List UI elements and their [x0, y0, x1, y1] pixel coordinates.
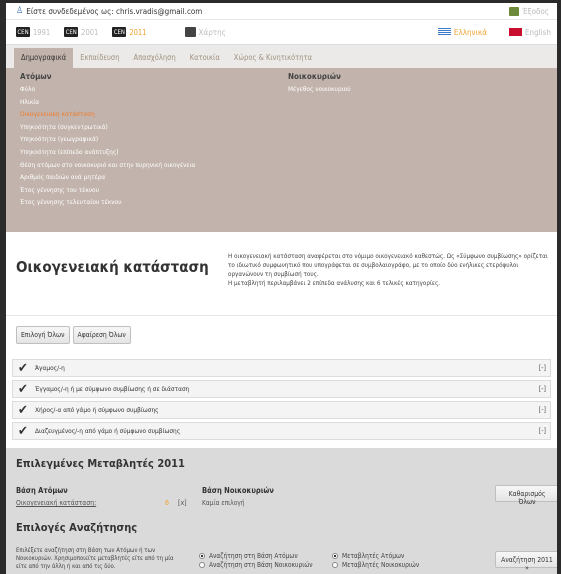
description-levels: Η μεταβλητή περιλαμβάνει 2 επίπεδα ανάλυ…: [228, 280, 441, 287]
top-bar: ♙ Είστε συνδεδεμένος ως: chris.vradis@gm…: [6, 3, 557, 20]
radio-base-households[interactable]: Αναζήτηση στη Βάση Νοικοκυριών: [199, 561, 313, 569]
category-label: Χήρος/-α από γάμο ή σύμφωνο συμβίωσης: [35, 406, 159, 414]
census-icon: CEN: [16, 27, 30, 37]
tab-demographics[interactable]: Δημογραφικά: [14, 48, 74, 68]
search-options-description: Επιλέξετε αναζήτηση στη Βάση των Ατόμων …: [16, 547, 174, 570]
households-header: Νοικοκυριών: [288, 72, 341, 81]
exit-link[interactable]: Έξοδος: [509, 6, 549, 16]
lang-english[interactable]: English: [509, 28, 551, 37]
variable-info: Οικογενειακή κατάσταση Η οικογενειακή κα…: [6, 232, 557, 316]
category-label: Έγγαμος/-η ή με σύμφωνο συμβίωσης ή σε δ…: [35, 385, 190, 393]
selected-person-variable[interactable]: Οικογενειακή κατάσταση:: [16, 499, 96, 507]
census-year-label: 2011: [129, 27, 147, 37]
category-item[interactable]: ✔ Έγγαμος/-η ή με σύμφωνο συμβίωσης ή σε …: [12, 380, 551, 398]
radio-base-persons[interactable]: Αναζήτηση στη Βάση Ατόμων: [199, 552, 298, 560]
remove-category-button[interactable]: [-]: [539, 406, 546, 414]
census-icon: CEN: [64, 27, 79, 37]
checkmark-icon[interactable]: ✔: [18, 425, 32, 438]
radio-dot: [332, 562, 338, 568]
selected-title: Επιλεγμένες Μεταβλητές 2011: [16, 457, 185, 470]
no-selection-text: Καμία επιλογή: [202, 499, 245, 507]
radio-label: Αναζήτηση στη Βάση Νοικοκυριών: [209, 561, 313, 569]
select-all-button[interactable]: Επιλογή Όλων: [16, 326, 70, 344]
category-label: Διαζευγμένος/-η από γάμο ή σύμφωνο συμβί…: [35, 427, 181, 435]
households-base-label: Βάση Νοικοκυριών: [202, 486, 274, 495]
selected-variable-name: Οικογενειακή κατάσταση: [16, 499, 95, 507]
variable-link[interactable]: Αριθμός παιδιών ανά μητέρα: [20, 171, 195, 184]
tab-employment[interactable]: Απασχόληση: [126, 48, 182, 68]
radio-label: Μεταβλητές Ατόμων: [342, 552, 405, 560]
households-variables: Νοικοκυριών Μέγεθος νοικοκυριού: [288, 72, 351, 96]
remove-variable-button[interactable]: [x]: [178, 499, 187, 507]
census-year-label: 2001: [81, 27, 99, 37]
uk-flag-icon: [509, 28, 522, 36]
remove-category-button[interactable]: [-]: [539, 385, 546, 393]
selected-variables-panel: Επιλεγμένες Μεταβλητές 2011 Βάση Ατόμων …: [6, 448, 557, 574]
language-switch: Ελληνικά English: [416, 28, 551, 37]
map-link[interactable]: Χάρτης: [184, 27, 226, 37]
tab-housing[interactable]: Κατοικία: [183, 48, 227, 68]
selection-buttons: Επιλογή Όλων Αφαίρεση Όλων: [6, 316, 557, 354]
search-options-title: Επιλογές Αναζήτησης: [16, 521, 138, 534]
description-text: Η οικογενειακή κατάσταση αναφέρεται στο …: [228, 253, 548, 278]
variable-link[interactable]: Ηλικία: [20, 96, 195, 109]
variable-link[interactable]: Έτος γέννησης τελευταίου τέκνου: [20, 196, 195, 209]
variable-link[interactable]: Μέγεθος νοικοκυριού: [288, 83, 351, 96]
variables-panel: Ατόμων Φύλο Ηλικία Οικογενειακή κατάσταση Υ…: [6, 68, 557, 232]
variable-link[interactable]: Υπηκοότητα (γεωγραφικά): [20, 133, 195, 146]
lang-greek[interactable]: Ελληνικά: [437, 27, 487, 37]
variable-link[interactable]: Θέση ατόμων στο νοικοκυριό και στην πυρη…: [20, 159, 195, 172]
page: ♙ Είστε συνδεδεμένος ως: chris.vradis@gm…: [6, 3, 557, 574]
variable-link[interactable]: Έτος γέννησης του τέκνου: [20, 184, 195, 197]
radio-dot: [332, 553, 338, 559]
persons-base-label: Βάση Ατόμων: [16, 486, 68, 495]
radio-dot: [199, 553, 205, 559]
category-item[interactable]: ✔ Διαζευγμένος/-η από γάμο ή σύμφωνο συμβ…: [12, 422, 551, 440]
radio-vars-persons[interactable]: Μεταβλητές Ατόμων: [332, 552, 404, 560]
greek-flag-icon: [437, 28, 451, 36]
radio-label: Αναζήτηση στη Βάση Ατόμων: [209, 552, 298, 560]
remove-category-button[interactable]: [-]: [539, 364, 546, 372]
persons-variables: Ατόμων Φύλο Ηλικία Οικογενειακή κατάσταση Υ…: [20, 72, 195, 209]
census-year-2001[interactable]: CEN 2001: [64, 27, 98, 37]
category-item[interactable]: ✔ Άγαμος/-η [-]: [12, 359, 551, 377]
tab-education[interactable]: Εκπαίδευση: [73, 48, 126, 68]
exit-label: Έξοδος: [522, 6, 549, 16]
variable-link[interactable]: Φύλο: [20, 83, 195, 96]
tab-space-mobility[interactable]: Χώρος & Κινητικότητα: [227, 48, 319, 68]
category-list: ✔ Άγαμος/-η [-] ✔ Έγγαμος/-η ή με σύμφωνο συ…: [12, 359, 551, 440]
radio-vars-households[interactable]: Μεταβλητές Νοικοκυριών: [332, 561, 419, 569]
variable-link[interactable]: Οικογενειακή κατάσταση: [20, 108, 195, 121]
lang-label: English: [525, 27, 551, 37]
category-count: 6: [165, 499, 170, 507]
tab-bar: Δημογραφικά Εκπαίδευση Απασχόληση Κατοικ…: [6, 44, 557, 68]
remove-all-button[interactable]: Αφαίρεση Όλων: [72, 326, 131, 344]
logged-in-text: Είστε συνδεδεμένος ως: chris.vradis@gmai…: [26, 6, 203, 16]
radio-label: Μεταβλητές Νοικοκυριών: [342, 561, 420, 569]
persons-header: Ατόμων: [20, 72, 52, 81]
census-year-1991[interactable]: CEN 1991: [16, 27, 50, 37]
user-icon: ♙: [16, 6, 24, 16]
category-label: Άγαμος/-η: [35, 364, 65, 372]
checkmark-icon[interactable]: ✔: [18, 362, 32, 375]
census-bar: CEN 1991 CEN 2001 CEN 2011 Χάρτης Ελληνικά …: [6, 20, 557, 44]
map-label: Χάρτης: [198, 27, 226, 37]
census-year-2011[interactable]: CEN 2011: [112, 27, 147, 37]
map-icon: [184, 27, 196, 37]
checkmark-icon[interactable]: ✔: [18, 404, 32, 417]
lang-label: Ελληνικά: [453, 27, 487, 37]
census-icon: CEN: [112, 27, 127, 37]
variable-link[interactable]: Υπηκοότητα (συγκεντρωτικά): [20, 121, 195, 134]
exit-icon: [509, 6, 520, 16]
census-year-label: 1991: [33, 27, 51, 37]
search-button[interactable]: Αναζήτηση 2011 »: [495, 551, 557, 572]
checkmark-icon[interactable]: ✔: [18, 383, 32, 396]
remove-category-button[interactable]: [-]: [539, 427, 546, 435]
category-item[interactable]: ✔ Χήρος/-α από γάμο ή σύμφωνο συμβίωσης [-…: [12, 401, 551, 419]
variable-link[interactable]: Υπηκοότητα (επίπεδο ανάπτυξης): [20, 146, 195, 159]
radio-dot: [199, 562, 205, 568]
variable-title: Οικογενειακή κατάσταση: [16, 258, 209, 276]
clear-all-button[interactable]: Καθαρισμός Όλων: [495, 485, 557, 506]
variable-description: Η οικογενειακή κατάσταση αναφέρεται στο …: [228, 252, 553, 288]
